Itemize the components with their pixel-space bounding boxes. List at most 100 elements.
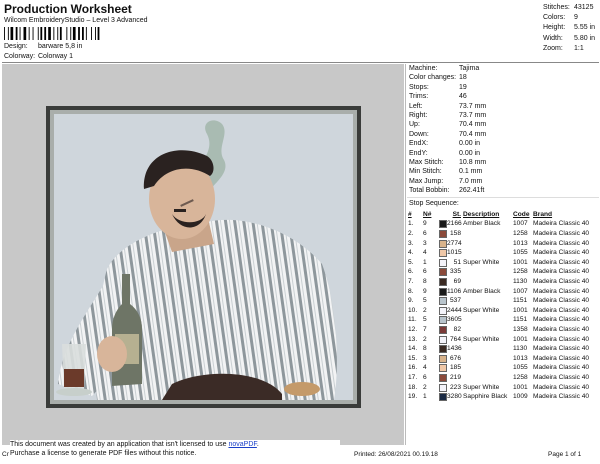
stitch-count: 158 — [438, 229, 462, 239]
brand-cell: Madeira Classic 40 — [533, 393, 590, 401]
table-row: 2. 6 158 1258 Madeira Classic 40 — [407, 229, 599, 239]
color-swatch — [439, 326, 447, 334]
color-swatch — [439, 373, 447, 382]
seq-num: 8. — [408, 287, 414, 295]
novapdf-link[interactable]: novaPDF — [228, 441, 256, 448]
brand-cell: Madeira Classic 40 — [533, 373, 590, 381]
needle-cell: 6 — [423, 230, 427, 238]
stitch-count-value: 1436 — [447, 345, 462, 353]
stitch-count: 2166 — [438, 219, 462, 229]
machine-stat-value: 0.00 in — [459, 140, 481, 148]
machine-stat-row: Max Jump: 7.0 mm — [407, 177, 599, 186]
needle-cell: 2 — [423, 306, 427, 314]
machine-stat-label: Max Jump: — [409, 177, 444, 185]
code-cell: 1013 — [513, 239, 528, 247]
header-divider — [2, 62, 599, 63]
table-row: 4. 4 1015 1055 Madeira Classic 40 — [407, 248, 599, 258]
stat-width: Width: 5.80 in — [543, 34, 596, 42]
machine-stat-value: 73.7 mm — [459, 111, 487, 119]
seq-num: 17. — [408, 373, 418, 381]
machine-stat-label: Left: — [409, 102, 423, 110]
stitch-count-value: 335 — [449, 268, 461, 276]
table-row: 3. 3 2774 1013 Madeira Classic 40 — [407, 239, 599, 249]
color-swatch — [439, 335, 447, 344]
table-row: 13. 2 764 Super White 1001 Madeira Classic 40 — [407, 335, 599, 345]
brand-cell: Madeira Classic 40 — [533, 326, 590, 333]
seq-num: 16. — [408, 364, 418, 372]
stitch-count-value: 24442 — [447, 306, 462, 314]
description-cell — [462, 267, 512, 277]
code-cell: 1055 — [513, 364, 528, 372]
code-cell: 1151 — [513, 316, 528, 324]
stitch-count: 537 — [438, 296, 462, 306]
machine-stat-label: Min Stitch: — [409, 168, 442, 176]
stat-height: Height: 5.55 in — [543, 24, 596, 32]
machine-stat-row: Min Stitch: 0.1 mm — [407, 167, 599, 176]
machine-stat-row: Machine: Tajima — [407, 64, 599, 73]
seq-num: 13. — [408, 335, 418, 343]
machine-stat-label: Color changes: — [409, 74, 457, 82]
machine-stat-label: Machine: — [409, 65, 438, 72]
machine-stat-label: Down: — [409, 130, 429, 138]
seq-num: 4. — [408, 249, 414, 257]
needle-cell: 3 — [423, 354, 427, 362]
stitch-count: 223 — [438, 383, 462, 393]
code-cell: 1007 — [513, 287, 528, 295]
table-row: 7. 8 69 1130 Madeira Classic 40 — [407, 277, 599, 287]
description-cell: Super White — [463, 383, 500, 391]
machine-stat-row: Left: 73.7 mm — [407, 102, 599, 111]
needle-cell: 6 — [423, 268, 427, 276]
stitch-count-value: 1106 — [447, 287, 462, 295]
machine-stat-value: 0.00 in — [459, 149, 481, 157]
code-cell: 1055 — [513, 249, 528, 257]
brand-cell: Madeira Classic 40 — [533, 268, 590, 276]
stitch-count: 1106 — [438, 287, 462, 297]
code-cell: 1258 — [513, 268, 528, 276]
stitch-count: 82 — [438, 325, 462, 335]
machine-stat-value: 19 — [459, 83, 467, 91]
app-subtitle: Wilcom EmbroideryStudio – Level 3 Advanc… — [4, 17, 148, 24]
seq-num: 6. — [408, 268, 414, 276]
brand-cell: Madeira Classic 40 — [533, 364, 590, 372]
design-value: barware 5,8 in — [38, 43, 83, 50]
seq-num: 12. — [408, 326, 418, 333]
machine-stat-value: 46 — [459, 93, 467, 101]
machine-stat-value: Tajima — [459, 65, 480, 72]
machine-stat-row: EndX: 0.00 in — [407, 139, 599, 148]
stitch-count-value: 223 — [449, 383, 461, 391]
machine-stat-value: 70.4 mm — [459, 130, 487, 138]
machine-stat-row: EndY: 0.00 in — [407, 149, 599, 158]
table-row: 5. 1 51 Super White 1001 Madeira Classic 40 — [407, 258, 599, 268]
brand-cell: Madeira Classic 40 — [533, 306, 590, 314]
stitch-count-value: 3280 — [447, 393, 462, 401]
color-swatch — [439, 306, 447, 315]
stop-sequence-table: # N# St. Description Code Brand 1. 9 2166 A… — [407, 209, 599, 402]
needle-cell: 5 — [423, 316, 427, 324]
stitch-count: 3605 — [438, 315, 462, 325]
stitch-count-value: 3605 — [447, 316, 462, 324]
needle-cell: 2 — [423, 383, 427, 391]
color-swatch — [439, 297, 447, 306]
stitch-count-value: 219 — [449, 373, 461, 381]
seq-num: 15. — [408, 354, 418, 362]
brand-cell: Madeira Classic 40 — [533, 383, 590, 391]
table-row: 11. 5 3605 1151 Madeira Classic 40 — [407, 315, 599, 325]
description-cell — [462, 325, 512, 335]
description-cell — [462, 363, 512, 373]
brand-cell: Madeira Classic 40 — [533, 335, 590, 343]
machine-stat-label: Trims: — [409, 93, 429, 101]
hand — [97, 336, 127, 372]
machine-stat-row: Trims: 46 — [407, 92, 599, 101]
footer-cr: Cr — [2, 451, 9, 458]
color-swatch — [439, 354, 447, 363]
machine-stats: Machine: Tajima Color changes: 18 Stops: 19 Tr… — [407, 64, 599, 195]
col-n: N# — [423, 210, 432, 218]
page-number: Page 1 of 1 — [548, 451, 582, 458]
machine-stat-row: Right: 73.7 mm — [407, 111, 599, 120]
code-cell: 1258 — [513, 373, 528, 381]
stitch-count-value: 69 — [453, 278, 461, 286]
description-cell — [462, 344, 512, 354]
machine-stat-label: Right: — [409, 111, 428, 119]
seq-num: 3. — [408, 239, 414, 247]
machine-stat-label: Max Stitch: — [409, 158, 444, 166]
